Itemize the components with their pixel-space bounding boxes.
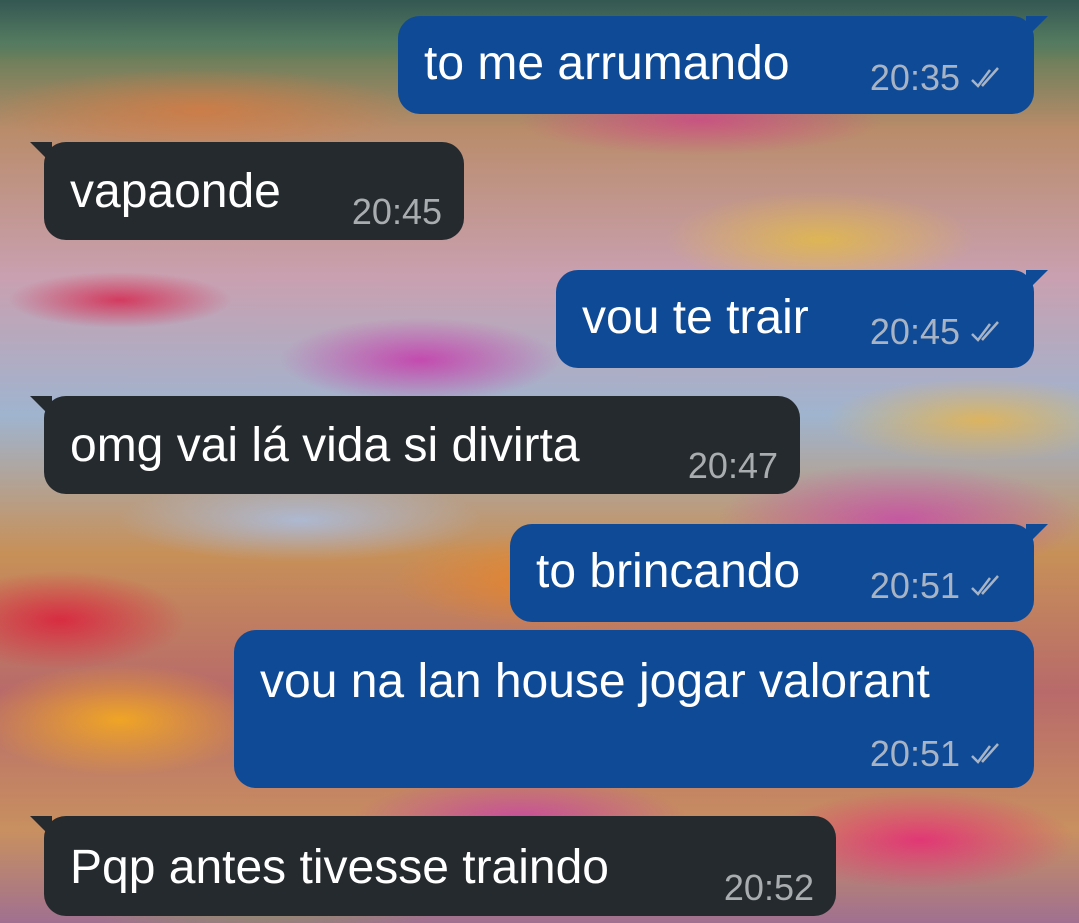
message-text: vapaonde (70, 165, 281, 218)
message-meta: 20:51 (870, 568, 1004, 604)
message-meta: 20:35 (870, 60, 1004, 96)
double-check-icon (971, 575, 999, 596)
message-text: Pqp antes tivesse traindo (70, 841, 609, 894)
message-text: to brincando (536, 545, 801, 598)
message-meta: 20:52 (724, 870, 814, 906)
message-time: 20:52 (723, 867, 814, 908)
message-text: omg vai lá vida si divirta (70, 419, 580, 472)
double-check-icon (971, 743, 999, 764)
message-time: 20:45 (351, 191, 442, 232)
message-time: 20:51 (869, 565, 960, 606)
message-bubble-incoming[interactable]: omg vai lá vida si divirta 20:47 (30, 396, 800, 494)
double-check-icon (971, 321, 999, 342)
message-text: to me arrumando (424, 37, 790, 90)
message-time: 20:45 (869, 311, 960, 352)
message-time: 20:51 (869, 733, 960, 774)
message-bubble-outgoing[interactable]: vou na lan house jogar valorant 20:51 (234, 630, 1034, 788)
bubble-tail (30, 396, 52, 418)
bubble-tail (30, 142, 52, 164)
message-bubble-incoming[interactable]: vapaonde 20:45 (30, 142, 464, 240)
bubble-tail (30, 816, 52, 838)
bubble-tail (1026, 524, 1048, 546)
message-text: vou te trair (582, 291, 809, 344)
message-bubble-outgoing[interactable]: to me arrumando 20:35 (398, 16, 1048, 114)
message-meta: 20:51 (870, 736, 1004, 772)
bubble-tail (1026, 270, 1048, 292)
message-meta: 20:45 (352, 194, 442, 230)
message-text: vou na lan house jogar valorant (260, 655, 930, 708)
message-bubble-outgoing[interactable]: vou te trair 20:45 (556, 270, 1048, 368)
message-time: 20:35 (869, 57, 960, 98)
message-bubble-incoming[interactable]: Pqp antes tivesse traindo 20:52 (30, 816, 836, 916)
message-meta: 20:47 (688, 448, 778, 484)
double-check-icon (971, 67, 999, 88)
message-time: 20:47 (687, 445, 778, 486)
message-meta: 20:45 (870, 314, 1004, 350)
bubble-tail (1026, 16, 1048, 38)
message-bubble-outgoing[interactable]: to brincando 20:51 (510, 524, 1048, 622)
